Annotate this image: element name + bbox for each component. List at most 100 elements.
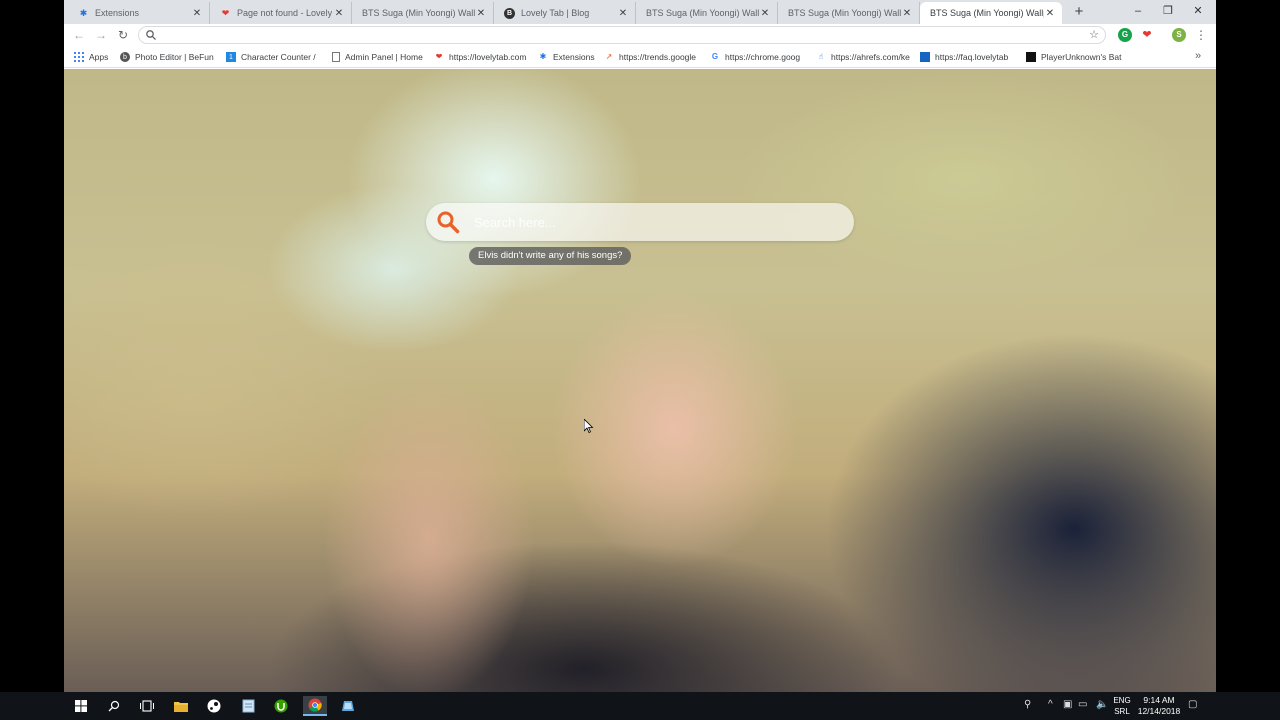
fact-tooltip: Elvis didn't write any of his songs? xyxy=(469,247,632,265)
close-icon[interactable]: ✕ xyxy=(617,8,629,19)
close-icon[interactable]: ✕ xyxy=(191,8,203,19)
tab-lovely-blog[interactable]: B Lovely Tab | Blog ✕ xyxy=(494,2,636,24)
bookmark-apps[interactable]: Apps xyxy=(74,50,114,64)
windows-taskbar: ⚲ ^ ▣ ▭ 🔈 ENG SRL 9:14 AM 12/14/2018 ▢ xyxy=(0,692,1280,720)
tab-bts-suga-1[interactable]: BTS Suga (Min Yoongi) Wallpap ✕ xyxy=(352,2,494,24)
chrome-icon[interactable] xyxy=(303,696,327,716)
clock-date: 12/14/2018 xyxy=(1137,706,1181,716)
task-view-icon[interactable] xyxy=(136,696,158,716)
upwork-icon[interactable] xyxy=(270,696,292,716)
tab-page-not-found[interactable]: ❤ Page not found - Lovely Ta ✕ xyxy=(210,2,352,24)
close-window-button[interactable]: ✕ xyxy=(1184,3,1212,19)
page-icon xyxy=(332,52,340,62)
bookmark-label: https://faq.lovelytab xyxy=(935,52,1009,62)
keyboard-layout: SRL xyxy=(1114,707,1130,716)
b-logo-icon: B xyxy=(504,7,515,19)
reload-button[interactable]: ↻ xyxy=(114,26,132,44)
bookmark-photo-editor[interactable]: b Photo Editor | BeFun xyxy=(120,50,216,64)
new-tab-page: Elvis didn't write any of his songs? xyxy=(64,69,1216,692)
bookmark-label: Photo Editor | BeFun xyxy=(135,52,214,62)
close-icon[interactable]: ✕ xyxy=(759,8,771,19)
puzzle-icon: ✱ xyxy=(79,7,88,18)
chevron-up-icon[interactable]: ^ xyxy=(1048,699,1053,710)
tab-title: Lovely Tab | Blog xyxy=(521,8,590,18)
app-icon[interactable] xyxy=(337,696,359,716)
language-indicator[interactable]: ENG SRL xyxy=(1113,695,1131,717)
tab-bts-suga-active[interactable]: BTS Suga (Min Yoongi) Wallpap ✕ xyxy=(920,2,1062,24)
bookmark-faq-lovelytab[interactable]: https://faq.lovelytab xyxy=(920,50,1016,64)
grammarly-extension-icon[interactable]: G xyxy=(1118,28,1132,42)
tab-title: Page not found - Lovely Ta xyxy=(237,8,333,18)
clock-time: 9:14 AM xyxy=(1143,695,1175,705)
bookmark-star-icon[interactable]: ☆ xyxy=(1089,28,1099,41)
bookmark-lovelytab[interactable]: ❤ https://lovelytab.com xyxy=(434,50,528,64)
address-bar[interactable]: ☆ xyxy=(138,26,1106,44)
lovely-tab-extension-icon[interactable]: ❤ xyxy=(1140,28,1154,42)
tab-title: BTS Suga (Min Yoongi) Wallpap xyxy=(788,8,901,18)
heart-icon: ❤ xyxy=(221,7,230,18)
close-icon[interactable]: ✕ xyxy=(901,8,913,19)
search-input[interactable] xyxy=(474,212,834,232)
apps-grid-icon xyxy=(74,52,84,62)
bookmark-label: https://chrome.goog xyxy=(725,52,801,62)
bookmark-character-counter[interactable]: 1 Character Counter / xyxy=(226,50,322,64)
tab-title: Extensions xyxy=(95,8,140,18)
bookmark-label: Apps xyxy=(89,52,109,62)
forward-button[interactable]: → xyxy=(92,26,110,44)
tab-title: BTS Suga (Min Yoongi) Wallpap xyxy=(646,8,759,18)
bookmarks-overflow-icon[interactable]: » xyxy=(1195,50,1201,62)
new-tab-button[interactable]: + xyxy=(1070,3,1088,21)
minimize-button[interactable]: – xyxy=(1124,3,1152,19)
background-wallpaper xyxy=(64,69,1216,692)
network-icon[interactable]: ▭ xyxy=(1078,699,1087,710)
ahrefs-icon: ☝ xyxy=(818,52,824,61)
back-button[interactable]: ← xyxy=(70,26,88,44)
tab-strip: ✱ Extensions ✕ ❤ Page not found - Lovely… xyxy=(64,0,1216,24)
counter-icon: 1 xyxy=(226,52,236,62)
close-icon[interactable]: ✕ xyxy=(1044,8,1056,19)
notification-center-icon[interactable]: ▢ xyxy=(1188,699,1197,710)
heart-icon: ❤ xyxy=(435,52,443,61)
address-input[interactable] xyxy=(161,28,1081,42)
puzzle-icon: ✱ xyxy=(539,52,547,61)
tab-bts-suga-2[interactable]: BTS Suga (Min Yoongi) Wallpap ✕ xyxy=(636,2,778,24)
browser-window: ✱ Extensions ✕ ❤ Page not found - Lovely… xyxy=(64,0,1216,692)
bookmark-google-trends[interactable]: ↗ https://trends.google xyxy=(604,50,700,64)
google-g-icon: G xyxy=(711,52,719,61)
bookmark-label: https://trends.google xyxy=(619,52,697,62)
pubg-icon xyxy=(1026,52,1036,62)
maximize-button[interactable]: ❐ xyxy=(1154,3,1182,19)
trends-icon: ↗ xyxy=(605,52,613,61)
bookmark-chrome-google[interactable]: G https://chrome.goog xyxy=(710,50,806,64)
close-icon[interactable]: ✕ xyxy=(475,8,487,19)
tab-title: BTS Suga (Min Yoongi) Wallpap xyxy=(930,8,1044,18)
bookmark-pubg[interactable]: PlayerUnknown's Bat xyxy=(1026,50,1122,64)
volume-icon[interactable]: 🔈 xyxy=(1096,699,1108,710)
bookmark-label: https://lovelytab.com xyxy=(449,52,527,62)
notepad-icon[interactable] xyxy=(237,696,259,716)
befunky-icon: b xyxy=(120,52,130,62)
bookmark-admin-panel[interactable]: Admin Panel | Home xyxy=(332,50,428,64)
bookmark-extensions[interactable]: ✱ Extensions xyxy=(538,50,602,64)
bookmark-ahrefs[interactable]: ☝ https://ahrefs.com/ke xyxy=(816,50,912,64)
tab-title: BTS Suga (Min Yoongi) Wallpap xyxy=(362,8,475,18)
menu-dots-icon[interactable]: ⋮ xyxy=(1195,27,1207,43)
people-icon[interactable]: ⚲ xyxy=(1024,699,1031,710)
tab-bts-suga-3[interactable]: BTS Suga (Min Yoongi) Wallpap ✕ xyxy=(778,2,920,24)
search-icon xyxy=(146,30,156,40)
bookmark-label: PlayerUnknown's Bat xyxy=(1041,52,1122,62)
close-icon[interactable]: ✕ xyxy=(333,8,345,19)
bookmark-label: Extensions xyxy=(553,52,595,62)
search-icon xyxy=(437,211,460,234)
tray-app-icon[interactable]: ▣ xyxy=(1063,699,1072,710)
file-explorer-icon[interactable] xyxy=(170,696,192,716)
search-icon[interactable] xyxy=(103,696,125,716)
bookmark-label: https://ahrefs.com/ke xyxy=(831,52,910,62)
start-icon[interactable] xyxy=(70,696,92,716)
clock[interactable]: 9:14 AM 12/14/2018 xyxy=(1134,695,1184,717)
steam-icon[interactable] xyxy=(203,696,225,716)
search-box[interactable] xyxy=(426,203,854,241)
bookmark-label: Character Counter / xyxy=(241,52,316,62)
profile-avatar[interactable]: S xyxy=(1172,28,1186,42)
tab-extensions[interactable]: ✱ Extensions ✕ xyxy=(68,2,210,24)
